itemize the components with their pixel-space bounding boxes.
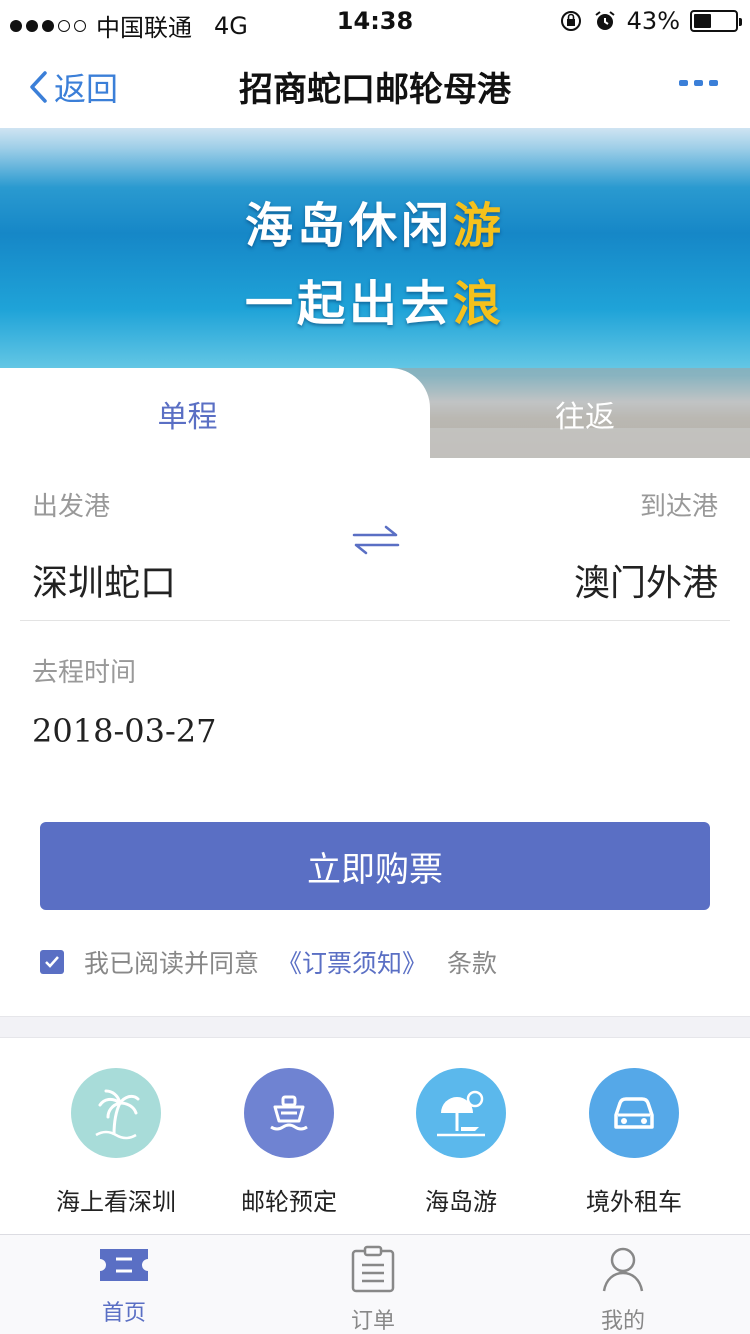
divider [20, 620, 730, 621]
tab-mine[interactable]: 我的 [563, 1245, 683, 1334]
tab-orders[interactable]: 订单 [313, 1245, 433, 1334]
user-icon [602, 1247, 644, 1292]
tab-round-label: 往返 [555, 400, 615, 435]
bottom-tab-bar: 首页 订单 我的 [0, 1234, 750, 1334]
ticket-icon [100, 1249, 148, 1281]
palm-tree-icon [71, 1068, 161, 1158]
swap-ports-button[interactable] [352, 525, 400, 559]
slogan-line1-highlight: 游 [453, 198, 506, 254]
slogan-line2-highlight: 浪 [453, 276, 506, 332]
slogan-line1-main: 海岛休闲 [244, 198, 453, 254]
service-label: 邮轮预定 [241, 1188, 337, 1216]
tab-home[interactable]: 首页 [64, 1245, 184, 1327]
battery-percent: 43% [626, 7, 680, 35]
beach-umbrella-icon [416, 1068, 506, 1158]
checkmark-icon [45, 956, 59, 968]
booking-terms-link[interactable]: 《订票须知》 [277, 944, 427, 980]
buy-ticket-button[interactable]: 立即购票 [40, 822, 710, 910]
tab-mine-label: 我的 [600, 1309, 645, 1334]
rotation-lock-icon [560, 11, 581, 31]
navigation-bar: 返回 招商蛇口邮轮母港 [0, 40, 750, 128]
service-label: 境外租车 [586, 1188, 682, 1216]
departure-date-label: 去程时间 [32, 658, 137, 688]
service-label: 海岛游 [425, 1188, 497, 1216]
tab-single-trip[interactable]: 单程 [0, 368, 430, 458]
arrive-port-label: 到达港 [639, 492, 718, 522]
departure-date-value[interactable]: 2018-03-27 [32, 712, 217, 750]
banner-slogan-line2: 一起出去浪 [0, 264, 750, 334]
section-separator [0, 1016, 750, 1038]
swap-arrows-icon [352, 525, 400, 555]
tab-orders-label: 订单 [350, 1309, 395, 1334]
arrive-port-value[interactable]: 澳门外港 [574, 554, 718, 606]
trip-type-tabs: 单程 往返 [0, 368, 750, 458]
more-icon[interactable] [679, 80, 718, 86]
agreement-suffix: 条款 [447, 949, 498, 978]
agreement-prefix: 我已阅读并同意 [84, 949, 260, 978]
banner-slogan-line1: 海岛休闲游 [0, 186, 750, 256]
battery-icon [690, 10, 742, 32]
tab-home-label: 首页 [101, 1301, 146, 1326]
clipboard-icon [351, 1245, 395, 1293]
service-sea-view-shenzhen[interactable]: 海上看深圳 [30, 1068, 202, 1217]
service-cruise-booking[interactable]: 邮轮预定 [203, 1068, 375, 1217]
cruise-ship-icon [244, 1068, 334, 1158]
service-label: 海上看深圳 [56, 1188, 176, 1216]
page-title: 招商蛇口邮轮母港 [239, 70, 511, 110]
depart-port-value[interactable]: 深圳蛇口 [32, 554, 176, 606]
service-overseas-car-rental[interactable]: 境外租车 [548, 1068, 720, 1217]
tab-single-label: 单程 [157, 400, 218, 435]
agreement-row: 我已阅读并同意 《订票须知》 条款 [40, 944, 497, 980]
depart-port-label: 出发港 [32, 492, 111, 522]
status-bar: 中国联通 4G 14:38 43% [0, 0, 750, 42]
agreement-checkbox[interactable] [40, 950, 64, 974]
slogan-line2-main: 一起出去 [244, 276, 453, 332]
tab-round-trip[interactable]: 往返 [380, 368, 750, 458]
car-icon [589, 1068, 679, 1158]
page: 中国联通 4G 14:38 43% 返回 招商蛇口邮轮母港 海岛休闲游 一起出去… [0, 0, 750, 1334]
alarm-icon [595, 11, 615, 30]
service-island-tour[interactable]: 海岛游 [375, 1068, 547, 1217]
